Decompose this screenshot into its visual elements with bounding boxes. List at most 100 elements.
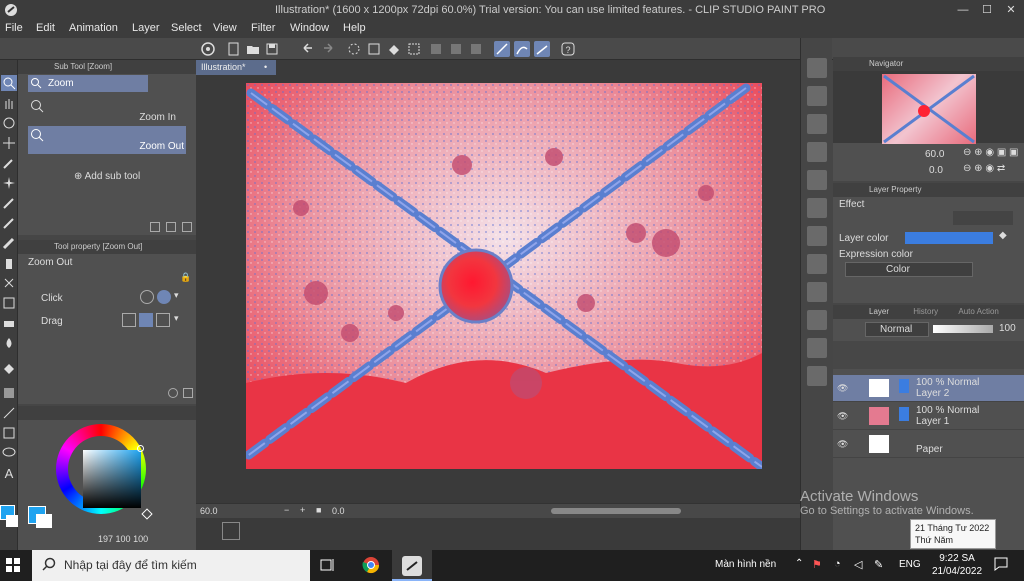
eye-icon[interactable]: 👁 bbox=[837, 439, 848, 450]
minimize-button[interactable]: — bbox=[952, 2, 974, 19]
brush-tool-icon[interactable] bbox=[1, 235, 17, 251]
copy-sub-tool-icon[interactable] bbox=[150, 222, 160, 232]
fit-icon[interactable]: ■ bbox=[316, 505, 321, 515]
notifications-icon[interactable] bbox=[994, 557, 1008, 574]
panel-icon-4[interactable] bbox=[807, 142, 827, 162]
drag-mode-3-icon[interactable] bbox=[156, 313, 170, 327]
panel-icon-1[interactable] bbox=[807, 58, 827, 78]
undo-icon[interactable] bbox=[300, 41, 316, 57]
drag-mode-1-icon[interactable] bbox=[122, 313, 136, 327]
close-button[interactable]: ✕ bbox=[1000, 2, 1022, 19]
gradient-tool-icon[interactable] bbox=[1, 385, 17, 401]
fill-tool-icon[interactable] bbox=[1, 360, 17, 376]
effect-buttons[interactable] bbox=[953, 211, 1013, 225]
redo-icon[interactable] bbox=[320, 41, 336, 57]
help-icon[interactable]: ? bbox=[560, 41, 576, 57]
delete-sub-tool-icon[interactable] bbox=[182, 222, 192, 232]
open-folder-icon[interactable] bbox=[245, 41, 261, 57]
menu-edit[interactable]: Edit bbox=[36, 22, 55, 34]
panel-icon-2[interactable] bbox=[807, 86, 827, 106]
new-file-icon[interactable] bbox=[226, 41, 242, 57]
select-tool-icon[interactable] bbox=[1, 115, 17, 131]
wifi-icon[interactable]: ◔ bbox=[834, 558, 841, 570]
navigator-zoom[interactable]: 60.0 bbox=[925, 149, 944, 160]
line-tool-icon[interactable] bbox=[1, 405, 17, 421]
panel-icon-7[interactable] bbox=[807, 226, 827, 246]
special-ruler-snap-icon[interactable] bbox=[514, 41, 530, 57]
sub-tool-zoom-out[interactable]: Zoom Out bbox=[28, 126, 186, 154]
add-sub-tool-button[interactable]: ⊕ Add sub tool bbox=[74, 171, 140, 182]
scroll-down-icon[interactable] bbox=[168, 388, 178, 398]
layer-row[interactable]: 👁 Paper bbox=[833, 431, 1024, 458]
nav-rotate-buttons[interactable]: ⊖ ⊕ ◉ ⇄ bbox=[963, 163, 1005, 174]
drag-mode-2-icon[interactable] bbox=[139, 313, 153, 327]
menu-view[interactable]: View bbox=[213, 22, 237, 34]
zoom-out-button[interactable]: − bbox=[284, 505, 289, 515]
frame-tool-icon[interactable] bbox=[1, 425, 17, 441]
sub-color-swatch[interactable] bbox=[6, 515, 18, 527]
close-tab-icon[interactable]: • bbox=[264, 62, 267, 72]
menu-layer[interactable]: Layer bbox=[132, 22, 160, 34]
eraser-tool-icon[interactable] bbox=[1, 315, 17, 331]
angle-value[interactable]: 0.0 bbox=[332, 506, 345, 516]
deselect-icon[interactable] bbox=[428, 41, 444, 57]
panel-icon-11[interactable] bbox=[807, 338, 827, 358]
desktop-label[interactable]: Màn hình nền bbox=[715, 559, 776, 570]
windows-start-icon[interactable] bbox=[6, 558, 20, 575]
opacity-value[interactable]: 100 bbox=[999, 323, 1016, 334]
panel-icon-8[interactable] bbox=[807, 254, 827, 274]
zoom-out-mode-icon[interactable] bbox=[157, 290, 171, 304]
eye-icon[interactable]: 👁 bbox=[837, 411, 848, 422]
duplicate-sub-tool-icon[interactable] bbox=[166, 222, 176, 232]
panel-icon-9[interactable] bbox=[807, 282, 827, 302]
artwork-canvas[interactable] bbox=[241, 83, 767, 472]
clip-studio-icon[interactable] bbox=[200, 41, 216, 57]
timeline-toggle-icon[interactable] bbox=[222, 522, 240, 540]
navigator-angle[interactable]: 0.0 bbox=[929, 165, 943, 176]
pattern-tool-icon[interactable] bbox=[1, 295, 17, 311]
balloon-tool-icon[interactable] bbox=[1, 445, 17, 461]
lock-icon[interactable]: 🔒 bbox=[180, 272, 191, 283]
decoration-tool-icon[interactable] bbox=[1, 275, 17, 291]
search-box[interactable]: Nhập tại đây để tìm kiếm bbox=[32, 550, 310, 581]
menu-select[interactable]: Select bbox=[171, 22, 202, 34]
menu-filter[interactable]: Filter bbox=[251, 22, 275, 34]
expression-color-select[interactable]: Color bbox=[845, 262, 973, 277]
clip-studio-taskbar-button[interactable] bbox=[392, 550, 432, 581]
color-picker-handle[interactable] bbox=[141, 508, 153, 520]
panel-icon-10[interactable] bbox=[807, 310, 827, 330]
clear-icon[interactable] bbox=[366, 41, 382, 57]
speaker-icon[interactable]: ◁ bbox=[854, 558, 862, 571]
hue-picker[interactable] bbox=[137, 445, 144, 452]
pen-icon[interactable]: ✎ bbox=[874, 558, 883, 571]
zoom-tool-icon[interactable] bbox=[1, 75, 17, 91]
menu-window[interactable]: Window bbox=[290, 22, 329, 34]
zoom-in-button[interactable]: + bbox=[300, 505, 305, 515]
sub-tool-group-zoom[interactable]: Zoom bbox=[28, 75, 148, 92]
security-alert-icon[interactable]: ⚑ bbox=[812, 558, 822, 571]
zoom-in-mode-icon[interactable] bbox=[140, 290, 154, 304]
tab-layer[interactable]: Layer bbox=[869, 307, 889, 316]
chevron-down-icon[interactable]: ▾ bbox=[174, 313, 179, 324]
maximize-button[interactable]: ☐ bbox=[976, 2, 998, 19]
layer-row[interactable]: 👁 100 % Normal Layer 2 bbox=[833, 375, 1024, 402]
layer-color-bar[interactable] bbox=[905, 232, 993, 244]
chevron-up-icon[interactable]: ⌃ bbox=[795, 558, 803, 569]
horizontal-scrollbar[interactable] bbox=[551, 508, 681, 514]
loading-icon[interactable] bbox=[346, 41, 362, 57]
panel-icon-12[interactable] bbox=[807, 366, 827, 386]
document-tab[interactable]: Illustration* • bbox=[196, 60, 276, 75]
pen-tool-icon[interactable] bbox=[1, 195, 17, 211]
nav-zoom-buttons[interactable]: ⊖ ⊕ ◉ ▣ ▣ bbox=[963, 147, 1019, 158]
tab-auto-action[interactable]: Auto Action bbox=[958, 307, 998, 316]
opacity-slider[interactable] bbox=[933, 325, 993, 333]
tool-settings-icon[interactable] bbox=[183, 388, 193, 398]
fill-icon[interactable] bbox=[386, 41, 402, 57]
panel-icon-3[interactable] bbox=[807, 114, 827, 134]
grid-snap-icon[interactable] bbox=[534, 41, 550, 57]
hand-tool-icon[interactable] bbox=[1, 95, 17, 111]
saturation-value-square[interactable] bbox=[83, 450, 141, 508]
layer-options-bar[interactable] bbox=[833, 359, 1024, 369]
save-icon[interactable] bbox=[264, 41, 280, 57]
zoom-value[interactable]: 60.0 bbox=[200, 506, 218, 516]
